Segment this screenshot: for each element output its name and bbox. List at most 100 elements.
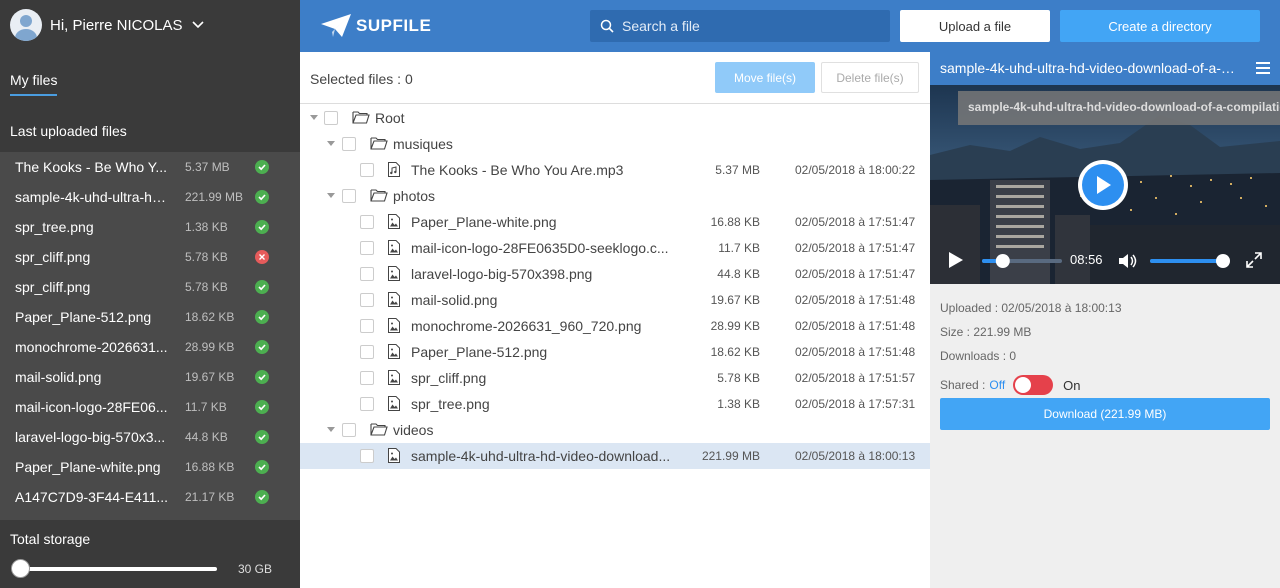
tree-file-row[interactable]: spr_tree.png 1.38 KB 02/05/2018 à 17:57:31	[300, 391, 930, 417]
avatar	[10, 9, 42, 41]
logo[interactable]: SUPFILE	[320, 13, 431, 39]
recent-file-item[interactable]: monochrome-2026631... 28.99 KB	[0, 332, 300, 362]
play-button[interactable]	[1078, 160, 1128, 210]
recent-file-size: 5.78 KB	[185, 250, 228, 264]
search-input[interactable]	[622, 18, 872, 34]
tree-file-row[interactable]: mail-icon-logo-28FE0635D0-seeklogo.c... 1…	[300, 235, 930, 261]
image-file-icon	[388, 240, 400, 258]
image-file-icon	[388, 344, 400, 362]
audio-file-icon	[388, 162, 400, 180]
row-checkbox[interactable]	[360, 345, 374, 359]
row-checkbox[interactable]	[324, 111, 338, 125]
volume-icon[interactable]	[1118, 253, 1138, 269]
tree-folder-row[interactable]: musiques	[300, 131, 930, 157]
tree-file-row[interactable]: monochrome-2026631_960_720.png 28.99 KB 02…	[300, 313, 930, 339]
recent-file-name: spr_cliff.png	[15, 249, 91, 265]
tree-item-size: 5.37 MB	[715, 163, 760, 177]
row-checkbox[interactable]	[360, 397, 374, 411]
fullscreen-icon[interactable]	[1246, 252, 1262, 268]
download-button[interactable]: Download (221.99 MB)	[940, 398, 1270, 430]
row-checkbox[interactable]	[360, 371, 374, 385]
folder-open-icon	[352, 110, 370, 127]
tree-file-row[interactable]: Paper_Plane-white.png 16.88 KB 02/05/2018 …	[300, 209, 930, 235]
folder-open-icon	[370, 422, 388, 439]
row-checkbox[interactable]	[360, 449, 374, 463]
recent-file-item[interactable]: spr_cliff.png 5.78 KB	[0, 242, 300, 272]
row-checkbox[interactable]	[360, 215, 374, 229]
recent-file-item[interactable]: mail-icon-logo-28FE06... 11.7 KB	[0, 392, 300, 422]
tree-item-name: Paper_Plane-512.png	[411, 344, 548, 360]
last-uploaded-title: Last uploaded files	[10, 123, 127, 139]
caret-down-icon[interactable]	[310, 115, 318, 120]
recent-file-item[interactable]: Paper_Plane-white.png 16.88 KB	[0, 452, 300, 482]
row-checkbox[interactable]	[360, 319, 374, 333]
sidebar: Hi, Pierre NICOLAS My files Last uploade…	[0, 0, 300, 588]
tree-file-row[interactable]: laravel-logo-big-570x398.png 44.8 KB 02/05…	[300, 261, 930, 287]
delete-files-button[interactable]: Delete file(s)	[821, 62, 919, 93]
image-file-icon	[388, 318, 400, 336]
seek-slider[interactable]	[982, 253, 1062, 269]
row-checkbox[interactable]	[360, 293, 374, 307]
tree-folder-row[interactable]: photos	[300, 183, 930, 209]
search-box[interactable]	[590, 10, 890, 42]
row-checkbox[interactable]	[360, 163, 374, 177]
tree-item-date: 02/05/2018 à 17:51:47	[795, 267, 916, 281]
panel-file-title: sample-4k-uhd-ultra-hd-video-download-of…	[940, 60, 1240, 76]
recent-file-name: monochrome-2026631...	[15, 339, 168, 355]
tree-item-date: 02/05/2018 à 17:51:48	[795, 293, 916, 307]
file-detail-panel: sample-4k-uhd-ultra-hd-video-download-of…	[930, 52, 1280, 588]
recent-file-item[interactable]: mail-solid.png 19.67 KB	[0, 362, 300, 392]
user-menu[interactable]: Hi, Pierre NICOLAS	[10, 9, 204, 41]
check-icon	[255, 400, 269, 414]
nav-my-files[interactable]: My files	[10, 72, 58, 96]
caret-down-icon[interactable]	[327, 141, 335, 146]
recent-file-item[interactable]: spr_tree.png 1.38 KB	[0, 212, 300, 242]
tree-file-row[interactable]: mail-solid.png 19.67 KB 02/05/2018 à 17:51…	[300, 287, 930, 313]
check-icon	[255, 370, 269, 384]
tree-item-name: Root	[375, 110, 405, 126]
tree-file-row[interactable]: Paper_Plane-512.png 18.62 KB 02/05/2018 à …	[300, 339, 930, 365]
create-directory-button[interactable]: Create a directory	[1060, 10, 1260, 42]
image-file-icon	[388, 214, 400, 232]
tree-item-size: 18.62 KB	[710, 345, 760, 359]
tree-item-date: 02/05/2018 à 17:51:48	[795, 345, 916, 359]
recent-file-item[interactable]: A147C7D9-3F44-E411... 21.17 KB	[0, 482, 300, 512]
tree-file-row[interactable]: spr_cliff.png 5.78 KB 02/05/2018 à 17:51:5…	[300, 365, 930, 391]
shared-toggle[interactable]	[1013, 375, 1054, 395]
volume-slider[interactable]	[1150, 253, 1230, 269]
image-file-icon	[388, 370, 400, 388]
folder-open-icon	[370, 188, 388, 205]
row-checkbox[interactable]	[360, 267, 374, 281]
upload-file-button[interactable]: Upload a file	[900, 10, 1050, 42]
caret-down-icon[interactable]	[327, 427, 335, 432]
file-browser: Selected files : 0 Move file(s) Delete f…	[300, 52, 930, 588]
recent-file-size: 18.62 KB	[185, 310, 235, 324]
check-icon	[255, 310, 269, 324]
recent-file-item[interactable]: spr_cliff.png 5.78 KB	[0, 272, 300, 302]
video-time: 08:56	[1070, 252, 1103, 267]
tree-file-row[interactable]: The Kooks - Be Who You Are.mp3 5.37 MB 02/…	[300, 157, 930, 183]
menu-icon[interactable]	[1256, 62, 1270, 74]
move-files-button[interactable]: Move file(s)	[715, 62, 815, 93]
recent-file-item[interactable]: The Kooks - Be Who Y... 5.37 MB	[0, 152, 300, 182]
recent-file-item[interactable]: sample-4k-uhd-ultra-hd... 221.99 MB	[0, 182, 300, 212]
tree-item-name: laravel-logo-big-570x398.png	[411, 266, 593, 282]
top-header: SUPFILE Upload a file Create a directory	[300, 0, 1280, 52]
check-icon	[255, 340, 269, 354]
check-icon	[255, 220, 269, 234]
recent-file-item[interactable]: laravel-logo-big-570x3... 44.8 KB	[0, 422, 300, 452]
tree-folder-row[interactable]: videos	[300, 417, 930, 443]
row-checkbox[interactable]	[342, 189, 356, 203]
row-checkbox[interactable]	[342, 137, 356, 151]
recent-file-size: 28.99 KB	[185, 340, 235, 354]
play-small-icon[interactable]	[948, 250, 964, 270]
tree-item-size: 1.38 KB	[717, 397, 760, 411]
tree-item-name: spr_tree.png	[411, 396, 490, 412]
tree-file-row[interactable]: sample-4k-uhd-ultra-hd-video-download...…	[300, 443, 930, 469]
recent-file-item[interactable]: Paper_Plane-512.png 18.62 KB	[0, 302, 300, 332]
row-checkbox[interactable]	[360, 241, 374, 255]
tree-folder-row[interactable]: Root	[300, 105, 930, 131]
caret-down-icon[interactable]	[327, 193, 335, 198]
row-checkbox[interactable]	[342, 423, 356, 437]
recent-file-name: Paper_Plane-512.png	[15, 309, 152, 325]
